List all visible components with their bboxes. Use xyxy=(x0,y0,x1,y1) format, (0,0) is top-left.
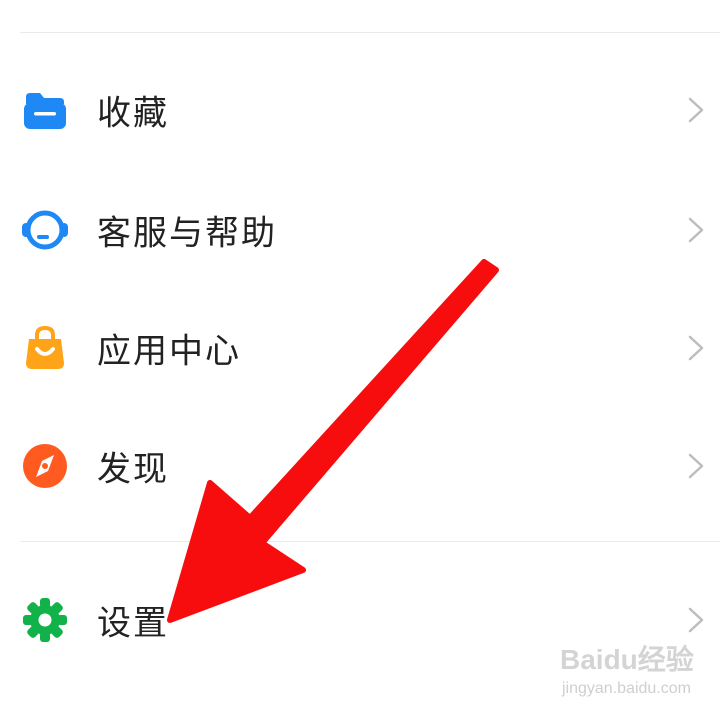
chevron-right-icon xyxy=(688,607,704,633)
headset-icon xyxy=(22,210,68,250)
compass-icon xyxy=(23,444,67,488)
menu-item-label: 应用中心 xyxy=(97,331,241,372)
menu-item-label: 设置 xyxy=(97,603,169,644)
menu-item-app-center[interactable]: 应用中心 xyxy=(0,298,728,398)
watermark: Baidu经验 jingyan.baidu.com xyxy=(560,634,720,706)
folder-icon xyxy=(24,93,66,129)
chevron-right-icon xyxy=(688,453,704,479)
settings-menu-page: 收藏 客服与帮助 应用中心 发现 设置 Baidu经验 jingyan.baid… xyxy=(0,0,728,719)
shopping-bag-icon xyxy=(26,325,64,369)
section-divider xyxy=(20,541,720,542)
gear-icon xyxy=(23,598,67,642)
menu-item-discover[interactable]: 发现 xyxy=(0,416,728,516)
chevron-right-icon xyxy=(688,217,704,243)
menu-item-label: 收藏 xyxy=(97,93,169,134)
chevron-right-icon xyxy=(688,335,704,361)
menu-item-label: 客服与帮助 xyxy=(97,213,277,254)
watermark-url: jingyan.baidu.com xyxy=(562,680,691,697)
menu-item-customer-service[interactable]: 客服与帮助 xyxy=(0,180,728,280)
top-divider xyxy=(20,32,720,33)
menu-item-favorites[interactable]: 收藏 xyxy=(0,60,728,160)
watermark-brand: Baidu经验 xyxy=(560,644,694,675)
chevron-right-icon xyxy=(688,97,704,123)
menu-item-label: 发现 xyxy=(97,449,169,490)
